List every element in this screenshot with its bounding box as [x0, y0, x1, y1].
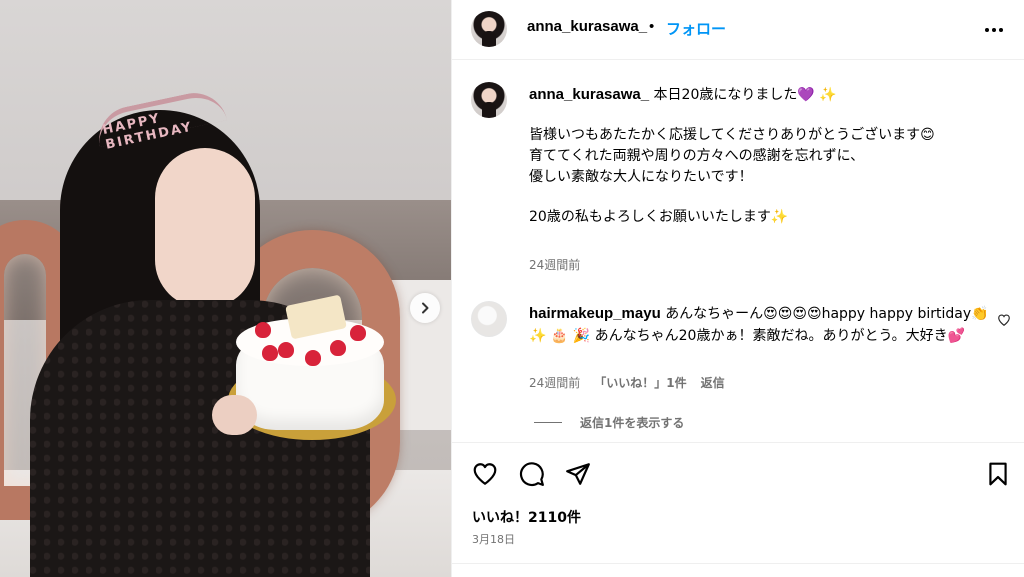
heart-icon: [998, 314, 1010, 326]
strawberry: [278, 342, 294, 358]
header-username[interactable]: anna_kurasawa_: [527, 18, 647, 35]
post-caption: anna_kurasawa_ 本日20歳になりました💜 ✨ 皆様いつもあたたかく…: [529, 84, 999, 228]
comment-timestamp[interactable]: 24週間前: [529, 374, 580, 391]
save-button[interactable]: [985, 461, 1011, 487]
comment-likes-count[interactable]: 「いいね！」1件: [594, 374, 686, 391]
more-options-button[interactable]: [982, 22, 1006, 36]
post-actions: [452, 442, 1024, 502]
comment-like-button[interactable]: [997, 312, 1013, 328]
post-likes-count[interactable]: いいね！2110件: [472, 507, 581, 527]
comment-button[interactable]: [519, 461, 545, 487]
caption-timestamp[interactable]: 24週間前: [529, 256, 580, 273]
comment-username[interactable]: hairmakeup_mayu: [529, 305, 661, 322]
post-header: anna_kurasawa_ • フォロー: [452, 0, 1024, 60]
caption-username[interactable]: anna_kurasawa_: [529, 86, 649, 103]
commenter-avatar[interactable]: [471, 301, 507, 337]
person-face: [155, 148, 255, 308]
header-separator: •: [649, 18, 655, 35]
strawberry: [350, 325, 366, 341]
strawberry: [305, 350, 321, 366]
replies-line: [534, 422, 562, 423]
like-button[interactable]: [472, 461, 498, 487]
bookmark-icon: [989, 462, 1007, 486]
heart-icon: [473, 463, 497, 485]
post-detail-panel: anna_kurasawa_ • フォロー anna_kurasawa_ 本日2…: [451, 0, 1024, 577]
comment-meta: 24週間前 「いいね！」1件 返信: [529, 374, 725, 391]
caption-avatar[interactable]: [471, 82, 507, 118]
chevron-right-icon: [422, 302, 429, 314]
post-photo[interactable]: HAPPY BIRTHDAY: [0, 0, 451, 577]
avatar[interactable]: [471, 11, 507, 47]
view-replies-label: 返信1件を表示する: [580, 416, 685, 430]
comment-icon: [519, 462, 544, 487]
post-date[interactable]: 3月18日: [472, 531, 515, 547]
strawberry: [255, 322, 271, 338]
view-replies-button[interactable]: 返信1件を表示する: [534, 414, 684, 431]
follow-button[interactable]: フォロー: [666, 18, 726, 39]
person-hand: [212, 395, 257, 435]
more-horizontal-icon: [985, 28, 1003, 32]
share-button[interactable]: [565, 461, 591, 487]
caption-line-4: 優しい素敵な大人になりたいです！: [529, 169, 753, 185]
send-icon: [566, 463, 590, 485]
caption-line-5: 20歳の私もよろしくお願いいたします✨: [529, 209, 789, 225]
caption-line-3: 育ててくれた両親や周りの方々への感謝を忘れずに、: [529, 148, 865, 164]
strawberry: [262, 345, 278, 361]
next-image-button[interactable]: [410, 293, 440, 323]
divider: [452, 563, 1024, 564]
comment-reply-button[interactable]: 返信: [701, 374, 725, 391]
caption-line-2: 皆様いつもあたたかく応援してくださりありがとうございます😊: [529, 127, 935, 143]
strawberry: [330, 340, 346, 356]
caption-line-1: 本日20歳になりました💜 ✨: [653, 87, 837, 103]
comment-body: hairmakeup_mayu あんなちゃーん😍😍😍😍happy happy b…: [529, 303, 989, 347]
